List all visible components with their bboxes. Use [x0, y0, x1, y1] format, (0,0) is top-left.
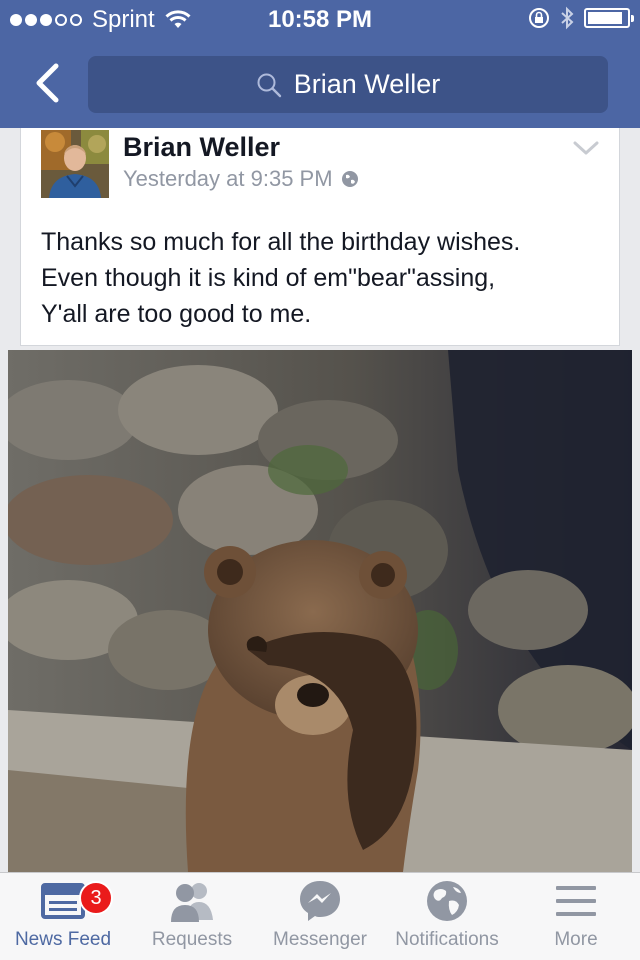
tab-label: News Feed — [14, 929, 112, 950]
chevron-down-icon — [573, 141, 599, 155]
status-bar: Sprint 10:58 PM — [0, 0, 640, 40]
tab-icon-wrap: 3 — [41, 873, 113, 929]
author-avatar[interactable] — [41, 130, 109, 198]
post-options-button[interactable] — [573, 140, 599, 161]
rotation-lock-icon — [529, 8, 549, 28]
post-text-line: Thanks so much for all the birthday wish… — [41, 228, 521, 256]
post-body-text: Thanks so much for all the birthday wish… — [41, 224, 611, 332]
navigation-bar: Brian Weller — [0, 40, 640, 128]
globe-icon — [427, 881, 467, 921]
tab-label: More — [554, 929, 598, 950]
post-text-line: Even though it is kind of em"bear"assing… — [41, 264, 496, 292]
search-field[interactable]: Brian Weller — [88, 56, 608, 113]
tab-messenger[interactable]: Messenger — [258, 873, 382, 960]
tab-icon-wrap — [298, 873, 342, 929]
search-query: Brian Weller — [293, 69, 441, 99]
post-meta: Yesterday at 9:35 PM — [123, 166, 359, 192]
post-card: Brian Weller Yesterday at 9:35 PM Thanks… — [20, 128, 620, 346]
friend-requests-icon — [171, 883, 213, 922]
post-photo[interactable] — [8, 350, 632, 872]
chevron-left-icon — [36, 63, 59, 103]
bluetooth-icon — [561, 6, 574, 30]
tab-icon-wrap — [167, 873, 217, 929]
tab-requests[interactable]: Requests — [126, 873, 258, 960]
status-icons — [528, 6, 634, 30]
tab-label: Messenger — [273, 929, 367, 950]
notification-badge: 3 — [79, 881, 113, 915]
tab-icon-wrap — [425, 873, 469, 929]
globe-icon — [341, 171, 358, 187]
hamburger-menu-icon — [556, 886, 596, 916]
tab-icon-wrap — [554, 873, 598, 929]
back-button[interactable] — [22, 58, 72, 108]
post-timestamp[interactable]: Yesterday at 9:35 PM — [123, 166, 333, 192]
tab-notifications[interactable]: Notifications — [382, 873, 512, 960]
tab-news-feed[interactable]: 3 News Feed — [0, 873, 126, 960]
tab-more[interactable]: More — [512, 873, 640, 960]
messenger-icon — [300, 881, 340, 921]
search-icon — [257, 73, 281, 97]
tab-label: Requests — [151, 929, 233, 950]
tab-label: Notifications — [395, 929, 499, 950]
tab-bar: 3 News Feed Requests Messenger Notificat… — [0, 872, 640, 960]
post-author-name[interactable]: Brian Weller — [123, 132, 280, 163]
post-text-line: Y'all are too good to me. — [41, 300, 312, 328]
battery-icon — [584, 8, 634, 28]
